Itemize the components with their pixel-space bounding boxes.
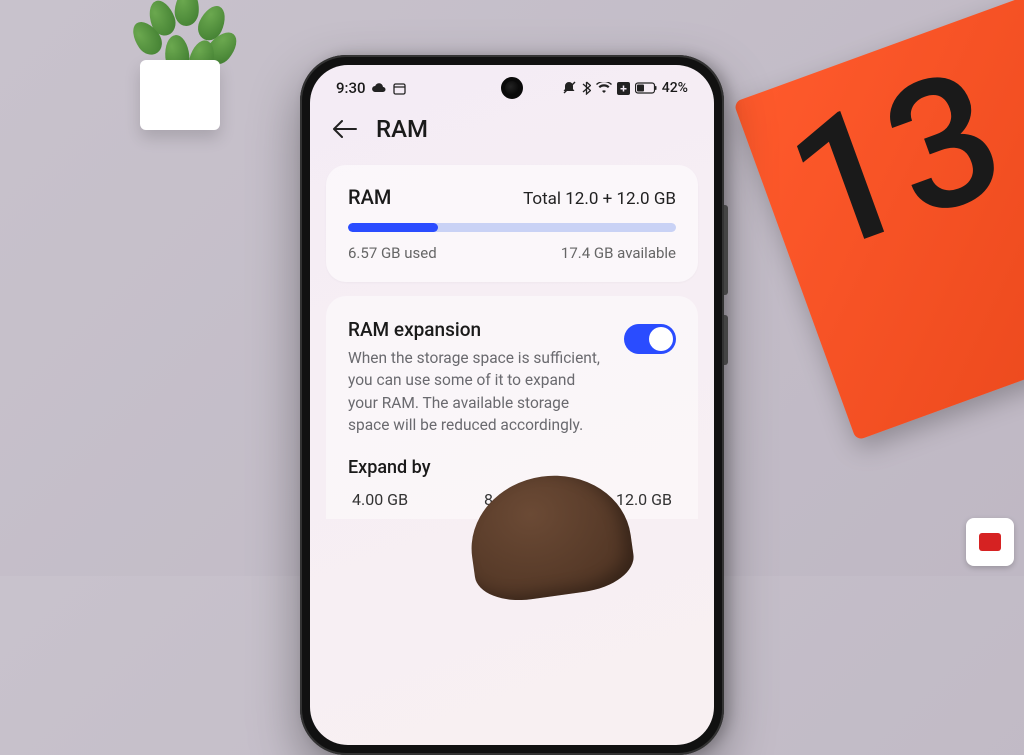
plant-decoration xyxy=(100,0,260,130)
channel-logo xyxy=(966,518,1014,566)
back-icon[interactable] xyxy=(332,118,358,140)
expansion-toggle[interactable] xyxy=(624,324,676,354)
page-header: RAM xyxy=(310,101,714,165)
ram-progress-fill xyxy=(348,223,438,232)
battery-saver-icon xyxy=(617,82,630,95)
expansion-title: RAM expansion xyxy=(348,318,606,341)
cloud-icon xyxy=(372,82,387,94)
bluetooth-icon xyxy=(582,81,591,95)
ram-progress-bar xyxy=(348,223,676,232)
ram-usage-card: RAM Total 12.0 + 12.0 GB 6.57 GB used 17… xyxy=(326,165,698,282)
expand-option-4gb[interactable]: 4.00 GB xyxy=(352,490,408,509)
battery-percent: 42% xyxy=(662,80,688,96)
mute-icon xyxy=(562,81,577,95)
ram-total: Total 12.0 + 12.0 GB xyxy=(523,189,676,209)
phone-frame: 9:30 xyxy=(300,55,724,755)
expansion-description: When the storage space is sufficient, yo… xyxy=(348,347,606,437)
expand-by-label: Expand by xyxy=(348,457,676,478)
battery-icon xyxy=(635,82,657,94)
calendar-icon xyxy=(393,82,406,95)
wifi-icon xyxy=(596,82,612,94)
status-time: 9:30 xyxy=(336,79,366,97)
ram-used-text: 6.57 GB used xyxy=(348,244,437,262)
expand-option-12gb[interactable]: 12.0 GB xyxy=(616,490,672,509)
product-box: 13 xyxy=(733,0,1024,441)
phone-screen: 9:30 xyxy=(310,65,714,745)
front-camera xyxy=(501,77,523,99)
ram-label: RAM xyxy=(348,185,391,209)
page-title: RAM xyxy=(376,115,428,143)
ram-available-text: 17.4 GB available xyxy=(561,244,676,262)
